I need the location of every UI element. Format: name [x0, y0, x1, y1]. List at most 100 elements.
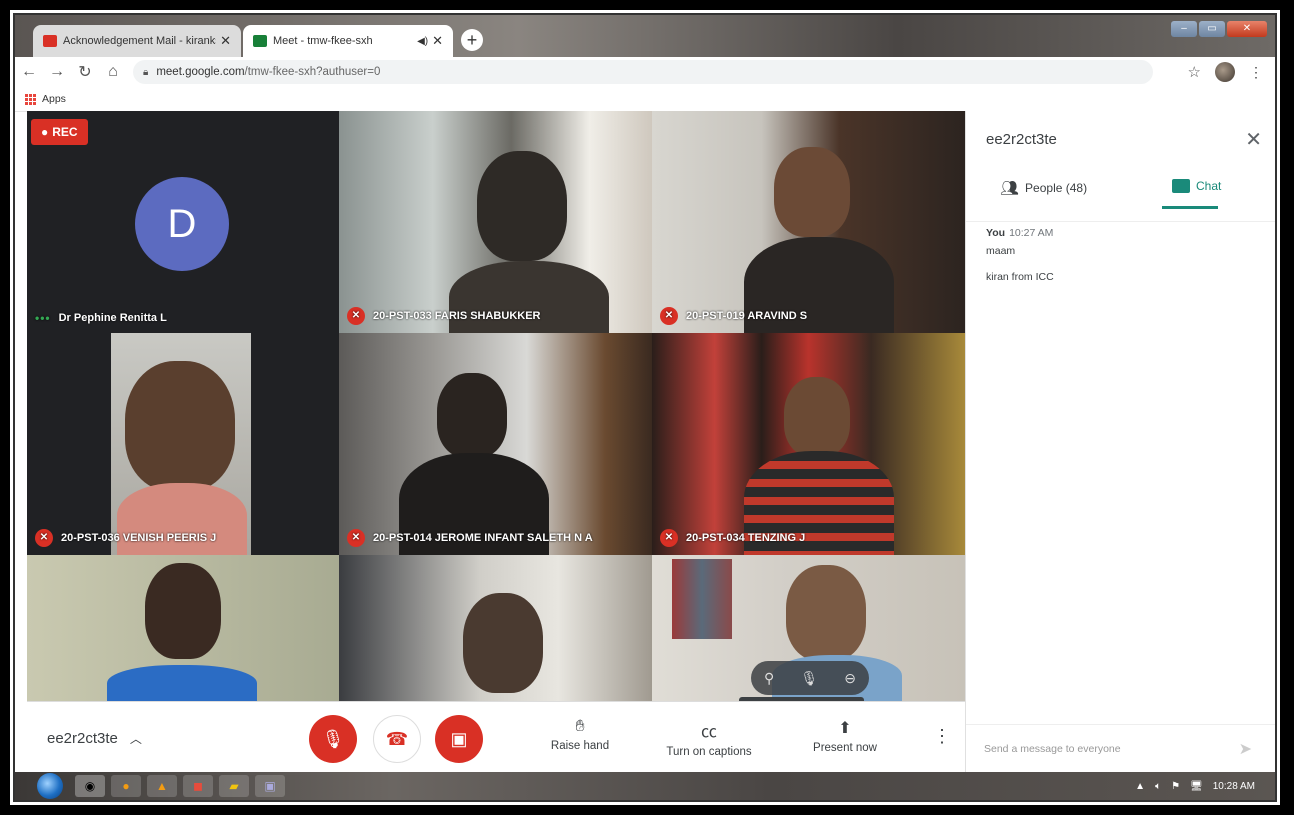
- participant-label: 20-PST-036 VENISH PEERIS J: [61, 532, 217, 544]
- avatar: D: [135, 177, 229, 271]
- apps-grid-icon[interactable]: [25, 93, 36, 105]
- vlc-taskbar-icon[interactable]: ▲: [147, 775, 177, 797]
- video-feed: [786, 565, 866, 661]
- browser-menu-icon[interactable]: ⋮: [1249, 64, 1263, 81]
- active-tab-indicator: [1162, 206, 1218, 209]
- back-icon[interactable]: ←: [15, 63, 43, 81]
- chat-tab-label: Chat: [1196, 179, 1222, 193]
- participant-name: ✕ 20-PST-014 JEROME INFANT SALETH N A: [347, 529, 593, 547]
- flag-icon[interactable]: ⚑: [1171, 781, 1180, 792]
- participant-tile[interactable]: ✕ 20-PST-014 JEROME INFANT SALETH N A: [339, 333, 652, 555]
- explorer-taskbar-icon[interactable]: ▰: [219, 775, 249, 797]
- tray-arrow-icon[interactable]: ▲: [1135, 781, 1145, 792]
- captions-label: Turn on captions: [666, 746, 752, 758]
- message-input[interactable]: Send a message to everyone: [984, 743, 1121, 755]
- message-sender: You: [986, 227, 1006, 239]
- muted-mic-icon: ✕: [660, 529, 678, 547]
- meet-icon: [253, 35, 267, 47]
- tab-meet[interactable]: Meet - tmw-fkee-sxh ◀) ✕: [243, 25, 453, 57]
- minimize-button[interactable]: –: [1171, 21, 1197, 37]
- profile-avatar[interactable]: [1215, 62, 1235, 82]
- send-icon[interactable]: ➤: [1239, 739, 1252, 759]
- chrome-taskbar-icon[interactable]: ◉: [75, 775, 105, 797]
- tab-chat[interactable]: Chat: [1172, 179, 1221, 193]
- participant-name: ✕ 20-PST-033 FARIS SHABUKKER: [347, 307, 541, 325]
- call-controls-bar: ee2r2ct3te ︿ 🎙︎ ☎︎ ▣ ✋︎ Raise hand ㏄ Turn o…: [27, 701, 965, 776]
- tab-title: Meet - tmw-fkee-sxh: [273, 35, 373, 47]
- participant-label: 20-PST-014 JEROME INFANT SALETH N A: [373, 532, 593, 544]
- message-time: 10:27 AM: [1009, 227, 1054, 239]
- forward-icon[interactable]: →: [43, 63, 71, 81]
- window-taskbar-icon[interactable]: ▣: [255, 775, 285, 797]
- participant-tile[interactable]: ✕ 20-PST-033 FARIS SHABUKKER: [339, 111, 652, 333]
- window-controls: – ▭ ✕: [1171, 21, 1267, 37]
- gmail-icon: [43, 35, 57, 47]
- meeting-details-button[interactable]: ee2r2ct3te ︿: [47, 730, 142, 747]
- tab-gmail[interactable]: Acknowledgement Mail - kiranks ✕: [33, 25, 241, 57]
- volume-icon[interactable]: 🔈︎: [1155, 781, 1161, 792]
- participant-tile[interactable]: [27, 555, 339, 701]
- video-feed: [437, 373, 507, 458]
- url-domain: meet.google.com: [156, 66, 245, 78]
- camera-off-icon: ▣: [450, 728, 468, 749]
- muted-mic-icon: ✕: [347, 529, 365, 547]
- system-tray: ▲ 🔈︎ ⚑ 🖥︎ 10:28 AM: [1135, 781, 1255, 792]
- apps-bookmark[interactable]: Apps: [42, 93, 66, 105]
- people-tab-label: People (48): [1025, 181, 1088, 195]
- mic-toggle-button[interactable]: 🎙︎: [309, 715, 357, 763]
- participant-tile[interactable]: ✕ 20-PST-034 TENZING J: [652, 333, 965, 555]
- close-window-button[interactable]: ✕: [1227, 21, 1267, 37]
- video-feed-clothes: [672, 559, 732, 639]
- video-feed-face: [125, 361, 235, 491]
- chat-message: You 10:27 AM maam kiran from ICC: [986, 227, 1054, 283]
- mic-off-icon: 🎙︎: [321, 728, 345, 749]
- present-label: Present now: [813, 742, 877, 754]
- start-button[interactable]: [37, 773, 63, 799]
- participant-name: ✕ 20-PST-034 TENZING J: [660, 529, 805, 547]
- address-bar[interactable]: 🔒︎ meet.google.com/tmw-fkee-sxh?authuser…: [133, 60, 1153, 84]
- more-options-icon[interactable]: ⋮: [933, 726, 951, 747]
- participant-tile-presenter[interactable]: REC D ••• Dr Pephine Renitta L: [27, 111, 339, 333]
- people-icon: 👥︎: [1000, 180, 1020, 197]
- clock[interactable]: 10:28 AM: [1213, 781, 1255, 792]
- firefox-taskbar-icon[interactable]: ●: [111, 775, 141, 797]
- participant-label: 20-PST-033 FARIS SHABUKKER: [373, 310, 541, 322]
- participant-tile[interactable]: ✕ 20-PST-019 ARAVIND S: [652, 111, 965, 333]
- hand-icon: ✋︎: [575, 718, 585, 735]
- reload-icon[interactable]: ↻: [71, 62, 99, 82]
- panel-title: ee2r2ct3te: [986, 131, 1057, 148]
- participant-tile[interactable]: [339, 555, 652, 701]
- raise-hand-button[interactable]: ✋︎ Raise hand: [545, 718, 615, 752]
- participant-name: ✕ 20-PST-019 ARAVIND S: [660, 307, 807, 325]
- participant-label: Dr Pephine Renitta L: [58, 312, 167, 324]
- bookmark-star-icon[interactable]: ☆: [1188, 63, 1201, 81]
- media-taskbar-icon[interactable]: ◼: [183, 775, 213, 797]
- new-tab-button[interactable]: +: [461, 29, 483, 51]
- camera-toggle-button[interactable]: ▣: [435, 715, 483, 763]
- close-tab-icon[interactable]: ✕: [432, 33, 443, 49]
- pin-icon[interactable]: ⚲: [764, 670, 774, 687]
- audio-icon[interactable]: ◀): [417, 36, 428, 47]
- video-feed: [477, 151, 567, 261]
- captions-icon: ㏄: [700, 724, 717, 741]
- participant-name: ✕ 20-PST-036 VENISH PEERIS J: [35, 529, 216, 547]
- tile-hover-controls: ⚲ 🎙︎ ⊖: [751, 661, 869, 695]
- speaking-indicator-icon: •••: [35, 311, 51, 325]
- present-button[interactable]: ⬆ Present now: [805, 718, 885, 754]
- tab-title: Acknowledgement Mail - kiranks: [63, 35, 217, 47]
- home-icon[interactable]: ⌂: [99, 63, 127, 81]
- network-icon[interactable]: 🖥︎: [1190, 781, 1203, 792]
- leave-call-button[interactable]: ☎︎: [373, 715, 421, 763]
- remove-icon[interactable]: ⊖: [844, 670, 856, 687]
- message-text: maam: [986, 245, 1016, 257]
- hang-up-icon: ☎︎: [385, 728, 409, 749]
- video-feed: [145, 563, 221, 659]
- mic-off-icon[interactable]: 🎙︎: [800, 670, 818, 687]
- close-tab-icon[interactable]: ✕: [220, 33, 231, 49]
- tab-people[interactable]: 👥︎ People (48): [1000, 179, 1087, 197]
- maximize-button[interactable]: ▭: [1199, 21, 1225, 37]
- close-panel-icon[interactable]: ✕: [1245, 127, 1262, 152]
- windows-taskbar: ◉ ● ▲ ◼ ▰ ▣ ▲ 🔈︎ ⚑ 🖥︎ 10:28 AM: [15, 772, 1275, 800]
- captions-button[interactable]: ㏄ Turn on captions: [659, 718, 759, 758]
- participant-tile[interactable]: ✕ 20-PST-036 VENISH PEERIS J: [27, 333, 339, 555]
